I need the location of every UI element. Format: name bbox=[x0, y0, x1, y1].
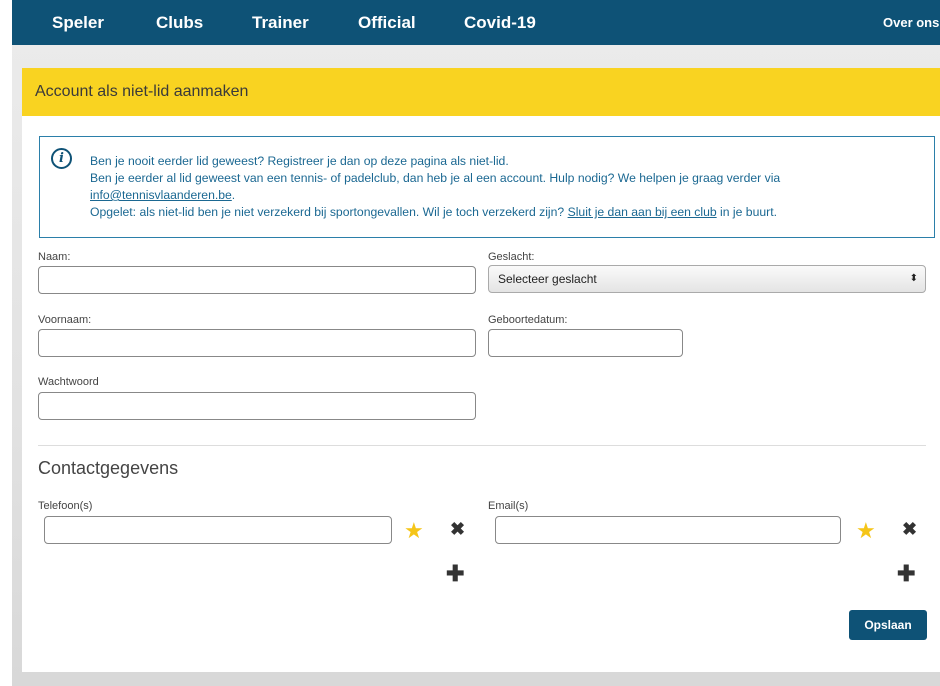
page-title: Account als niet-lid aanmaken bbox=[35, 83, 249, 100]
star-icon[interactable]: ★ bbox=[404, 520, 424, 542]
geslacht-selected-value: Selecteer geslacht bbox=[498, 272, 597, 286]
close-icon[interactable]: ✖ bbox=[902, 520, 917, 538]
voornaam-label: Voornaam: bbox=[38, 314, 92, 326]
info-line-2: Ben je eerder al lid geweest van een ten… bbox=[90, 171, 781, 185]
nav-item-official[interactable]: Official bbox=[358, 0, 416, 45]
geslacht-select[interactable]: Selecteer geslacht ⬍ bbox=[488, 265, 926, 293]
save-button[interactable]: Opslaan bbox=[849, 610, 927, 640]
plus-icon[interactable]: ✚ bbox=[897, 563, 915, 585]
email-suffix: . bbox=[231, 188, 236, 202]
geboortedatum-field[interactable] bbox=[488, 329, 683, 357]
telefoon-label: Telefoon(s) bbox=[38, 500, 93, 512]
section-divider bbox=[38, 445, 926, 446]
nav-item-speler[interactable]: Speler bbox=[52, 0, 104, 45]
info-line-3: info@tennisvlaanderen.be. bbox=[90, 187, 930, 204]
page-left-edge bbox=[0, 0, 12, 686]
insurance-note: Opgelet: als niet-lid ben je niet verzek… bbox=[90, 205, 568, 219]
contact-section-title: Contactgegevens bbox=[38, 458, 179, 478]
panel-header: Account als niet-lid aanmaken bbox=[22, 68, 940, 116]
insurance-note-suffix: in je buurt. bbox=[716, 205, 777, 219]
info-line-1: Ben je nooit eerder lid geweest? Registr… bbox=[90, 154, 509, 168]
join-club-link[interactable]: Sluit je dan aan bij een club bbox=[568, 205, 717, 219]
info-line-4: Opgelet: als niet-lid ben je niet verzek… bbox=[90, 204, 930, 221]
naam-label: Naam: bbox=[38, 251, 71, 263]
star-icon[interactable]: ★ bbox=[856, 520, 876, 542]
info-box: i Ben je nooit eerder lid geweest? Regis… bbox=[39, 136, 935, 238]
email-label: Email(s) bbox=[488, 500, 529, 512]
nav-item-trainer[interactable]: Trainer bbox=[252, 0, 309, 45]
nav-item-covid-19[interactable]: Covid-19 bbox=[464, 0, 536, 45]
account-panel: Account als niet-lid aanmaken i Ben je n… bbox=[22, 68, 940, 672]
email-support-link[interactable]: info@tennisvlaanderen.be bbox=[90, 188, 232, 202]
email-field[interactable] bbox=[495, 516, 841, 544]
select-arrows-icon: ⬍ bbox=[909, 273, 918, 284]
close-icon[interactable]: ✖ bbox=[450, 520, 465, 538]
nav-item-over-ons[interactable]: Over ons bbox=[883, 0, 939, 45]
geslacht-label: Geslacht: bbox=[488, 251, 535, 263]
top-navigation: Speler Clubs Trainer Official Covid-19 O… bbox=[12, 0, 940, 45]
nav-item-clubs[interactable]: Clubs bbox=[156, 0, 203, 45]
info-circle-icon: i bbox=[51, 148, 72, 169]
info-text: Ben je nooit eerder lid geweest? Registr… bbox=[90, 153, 930, 221]
wachtwoord-label: Wachtwoord bbox=[38, 376, 99, 388]
naam-field[interactable] bbox=[38, 266, 476, 294]
plus-icon[interactable]: ✚ bbox=[446, 563, 464, 585]
telefoon-field[interactable] bbox=[44, 516, 392, 544]
geboortedatum-label: Geboortedatum: bbox=[488, 314, 568, 326]
voornaam-field[interactable] bbox=[38, 329, 476, 357]
wachtwoord-field[interactable] bbox=[38, 392, 476, 420]
